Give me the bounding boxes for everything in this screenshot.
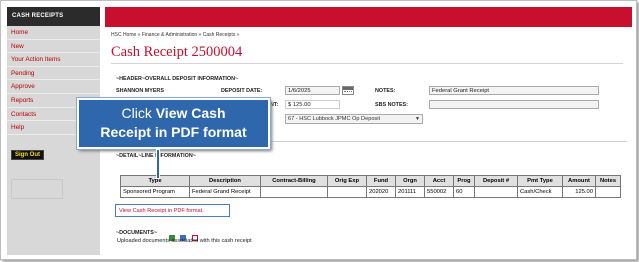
documents-note: Uploaded documents associated with this … — [117, 238, 252, 244]
column-header-deposit-number: Deposit # — [474, 175, 518, 187]
title-divider — [111, 63, 623, 64]
pdf-link-highlight: View Cash Receipt in PDF format. — [115, 204, 230, 217]
column-header-notes: Notes — [595, 175, 621, 187]
sidebar-item-new[interactable]: New — [7, 40, 100, 54]
bank-account-select[interactable]: 67 - HSC Lubbock JPMC Op Deposit ▼ — [285, 114, 423, 124]
amount-field[interactable]: $ 125.00 — [285, 100, 340, 109]
notes-label: NOTES: — [375, 88, 396, 94]
column-header-contract-billing: Contract-Billing — [260, 175, 328, 187]
cell-description: Federal Grand Receipt — [189, 186, 261, 198]
cell-contract-billing — [260, 186, 328, 198]
column-header-description: Description — [189, 175, 261, 187]
cell-prog: 60 — [453, 186, 475, 198]
column-header-fund: Fund — [366, 175, 396, 187]
cell-notes — [595, 186, 621, 198]
callout-prefix: Click — [121, 105, 156, 121]
column-header-prog: Prog — [453, 175, 475, 187]
top-red-bar — [105, 7, 632, 27]
cell-amount: 125.00 — [562, 186, 596, 198]
sbs-notes-field[interactable] — [429, 100, 599, 109]
signout-wrap: Sign Out — [11, 150, 44, 160]
column-header-type: Type — [120, 175, 190, 187]
calendar-icon[interactable] — [342, 86, 354, 95]
screenshot-frame: CASH RECEIPTS Home New Your Action Items… — [0, 0, 637, 260]
view-pdf-link[interactable]: View Cash Receipt in PDF format. — [119, 208, 204, 214]
cell-pmt-type: Cash/Check — [517, 186, 563, 198]
documents-section-title: ~DOCUMENTS~ — [116, 230, 158, 236]
callout-line-1: Click View Cash — [79, 105, 268, 121]
sidebar-item-pending[interactable]: Pending — [7, 67, 100, 81]
breadcrumb[interactable]: HSC Home » Finance & Administration » Ca… — [111, 32, 239, 38]
sidebar-item-action-items[interactable]: Your Action Items — [7, 53, 100, 67]
callout-bold: View Cash — [155, 105, 226, 121]
column-header-amount: Amount — [562, 175, 596, 187]
cell-orgn: 201111 — [395, 186, 425, 198]
cell-fund: 202020 — [366, 186, 396, 198]
sidebar-item-approve[interactable]: Approve — [7, 80, 100, 94]
bank-account-select-value: 67 - HSC Lubbock JPMC Op Deposit — [288, 116, 381, 122]
deposit-date-field[interactable]: 1/6/2025 — [285, 86, 340, 95]
header-section-title: ~HEADER~OVERALL DEPOSIT INFORMATION~ — [116, 76, 239, 82]
sidebar-item-home[interactable]: Home — [7, 26, 100, 40]
amount-label: NT: — [270, 102, 279, 108]
cell-acct: 550002 — [424, 186, 454, 198]
instruction-callout: Click View Cash Receipt in PDF format — [77, 98, 270, 149]
sign-out-button[interactable]: Sign Out — [11, 150, 44, 160]
cell-type: Sponsored Program — [120, 186, 190, 198]
column-header-acct: Acct — [424, 175, 454, 187]
page-title: Cash Receipt 2500004 — [111, 44, 243, 60]
table-row[interactable]: Sponsored Program Federal Grand Receipt … — [120, 186, 621, 198]
cell-deposit-number — [474, 186, 518, 198]
sbs-notes-label: SBS NOTES: — [375, 102, 408, 108]
sidebar-header: CASH RECEIPTS — [7, 7, 100, 26]
notes-field[interactable]: Federal Grant Receipt — [429, 86, 599, 95]
callout-line-2: Receipt in PDF format — [100, 124, 247, 140]
deposit-date-label: DEPOSIT DATE: — [221, 88, 263, 94]
cell-orig-exp — [327, 186, 367, 198]
callout-pointer — [156, 149, 160, 179]
chevron-down-icon: ▼ — [415, 116, 420, 122]
column-header-pmt-type: Pmt Type — [517, 175, 563, 187]
column-header-orig-exp: Orig Exp — [327, 175, 367, 187]
sidebar-empty-box — [11, 179, 63, 199]
column-header-orgn: Orgn — [395, 175, 425, 187]
table-header-row: Type Description Contract-Billing Orig E… — [120, 175, 621, 187]
detail-lines-table: Type Description Contract-Billing Orig E… — [120, 175, 621, 198]
preparer-name: SHANNON MYERS — [116, 88, 164, 94]
